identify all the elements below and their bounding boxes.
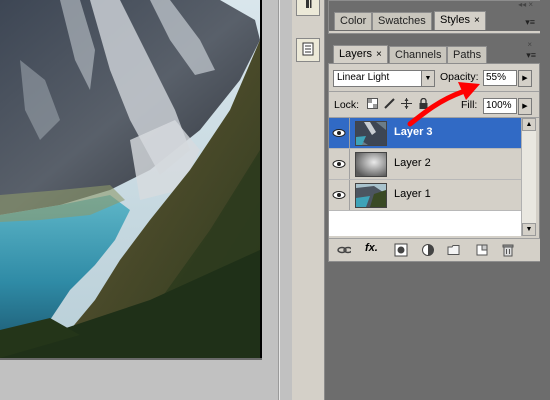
visibility-toggle[interactable] (329, 180, 350, 210)
eye-icon (332, 129, 346, 137)
fill-slider-arrow-icon[interactable]: ▶ (518, 98, 532, 115)
layer-row-layer-2[interactable]: Layer 2 (329, 149, 521, 180)
eye-icon (332, 160, 346, 168)
visibility-toggle[interactable] (329, 149, 350, 179)
panel-toggle-button[interactable] (296, 0, 320, 16)
visibility-toggle[interactable] (329, 118, 350, 148)
collapsed-panel-strip (292, 0, 325, 400)
opacity-slider-arrow-icon[interactable]: ▶ (518, 70, 532, 87)
link-icon[interactable] (337, 243, 351, 257)
scroll-up-icon[interactable]: ▲ (522, 118, 536, 131)
chevron-down-icon: ▼ (421, 71, 434, 86)
layer-thumbnail (355, 152, 387, 177)
fill-input[interactable]: 100% (483, 98, 517, 114)
layers-scrollbar[interactable]: ▲ ▼ (521, 118, 536, 236)
tab-styles[interactable]: Styles × (434, 11, 486, 30)
scroll-down-icon[interactable]: ▼ (522, 223, 536, 236)
blend-mode-select[interactable]: Linear Light ▼ (333, 70, 435, 87)
fx-icon[interactable]: fx. (365, 242, 385, 256)
layer-name: Layer 3 (394, 126, 433, 138)
tab-swatches[interactable]: Swatches (372, 12, 432, 30)
layer-row-layer-3[interactable]: Layer 3 (329, 118, 521, 149)
lock-label: Lock: (334, 99, 360, 111)
layer-thumbnail (355, 183, 387, 208)
tab-channels[interactable]: Channels (389, 46, 448, 64)
history-panel-button[interactable] (296, 38, 320, 62)
document-image[interactable] (0, 0, 260, 358)
new-layer-icon[interactable] (475, 243, 489, 257)
adjustment-icon[interactable] (421, 243, 435, 257)
blend-opacity-row: Linear Light ▼ Opacity: 55% ▶ (329, 66, 539, 88)
lock-image-pixels-icon[interactable] (384, 98, 395, 109)
lock-transparent-pixels-icon[interactable] (367, 98, 378, 109)
panel-menu-icon[interactable]: ▾≡ (526, 50, 536, 61)
layer-name: Layer 1 (394, 188, 431, 200)
layers-panel: × Layers × Channels Paths ▾≡ Linear Light… (328, 40, 541, 262)
folder-icon[interactable] (447, 243, 461, 257)
panel-collapse-icon[interactable]: × (527, 40, 532, 49)
mountain-lake-photo (0, 0, 260, 358)
panel-collapse-icon[interactable]: ◂◂ × (518, 0, 533, 9)
document-canvas-area (0, 0, 292, 400)
opacity-label: Opacity: (440, 71, 479, 83)
panel-menu-icon[interactable]: ▾≡ (525, 17, 535, 28)
color-swatches-styles-panel: ◂◂ × Color Swatches Styles × ▾≡ (328, 0, 542, 34)
opacity-input[interactable]: 55% (483, 70, 517, 86)
blend-mode-value: Linear Light (337, 72, 390, 83)
eye-icon (332, 191, 346, 199)
tab-color[interactable]: Color (334, 12, 373, 30)
dock-edge (540, 0, 550, 400)
close-tab-icon[interactable]: × (376, 49, 382, 60)
paragraph-icon (306, 0, 312, 8)
tab-layers[interactable]: Layers × (333, 45, 388, 64)
layers-footer-toolbar: fx. (329, 238, 541, 261)
layer-row-layer-1[interactable]: Layer 1 (329, 180, 521, 211)
layer-name: Layer 2 (394, 157, 431, 169)
mask-icon[interactable] (394, 243, 408, 257)
document-icon (302, 42, 314, 56)
trash-icon[interactable] (501, 243, 515, 257)
lock-position-icon[interactable] (401, 98, 412, 109)
tab-paths[interactable]: Paths (447, 46, 488, 64)
fill-label: Fill: (461, 99, 478, 111)
lock-all-icon[interactable] (418, 98, 429, 109)
layer-thumbnail (355, 121, 387, 146)
close-tab-icon[interactable]: × (474, 15, 480, 26)
lock-fill-row: Lock: Fill: 100% ▶ (329, 94, 539, 116)
layers-list: Layer 3 Layer 2 Layer 1 (329, 118, 521, 236)
